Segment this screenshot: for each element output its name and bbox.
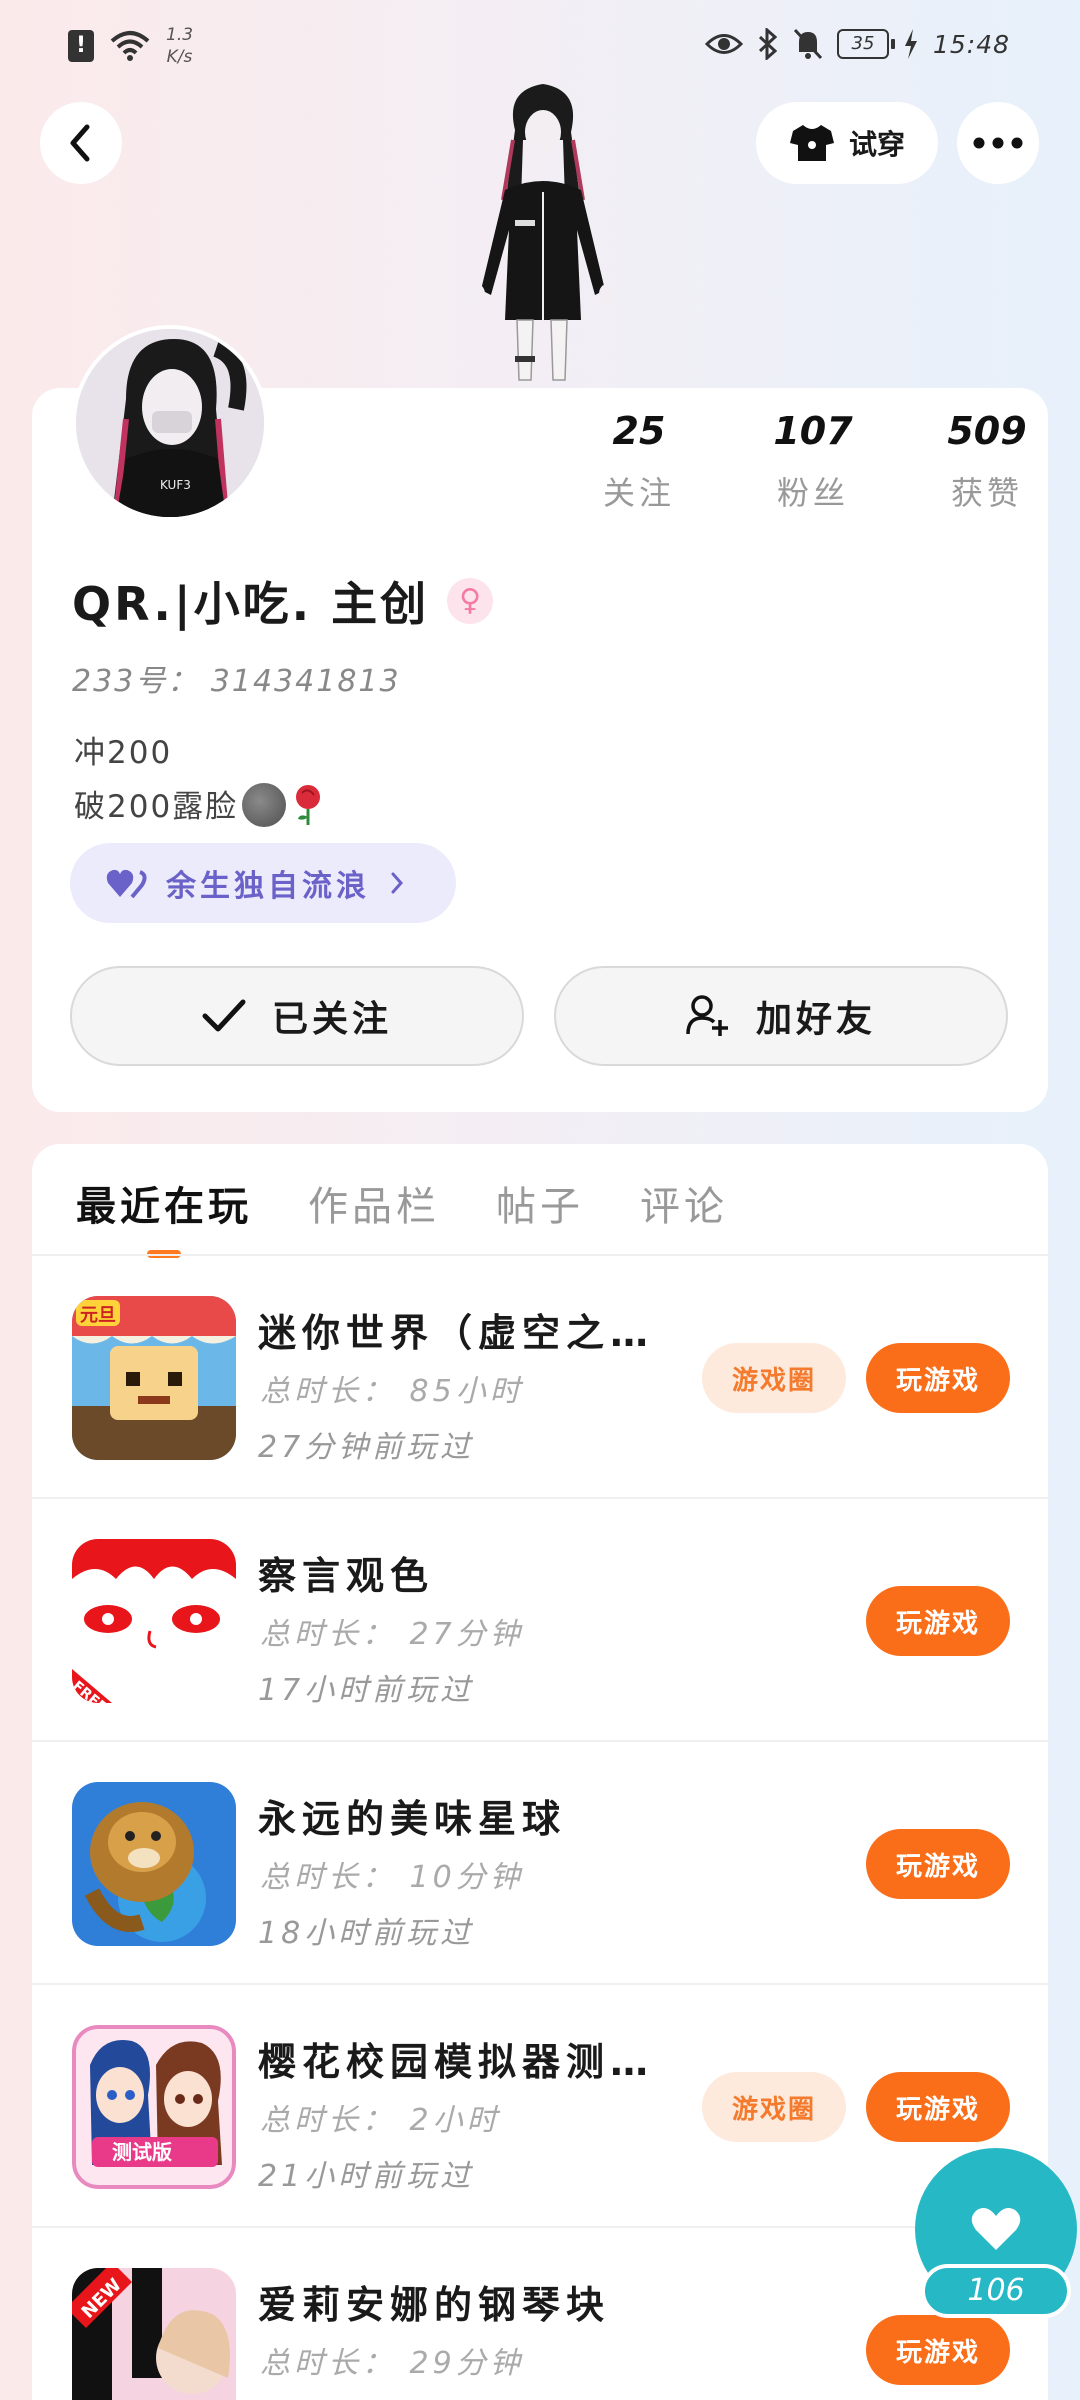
tab-works[interactable]: 作品栏 <box>308 1174 440 1258</box>
username: QR.|小吃. 主创 <box>72 577 430 631</box>
play-game-button[interactable]: 玩游戏 <box>866 2315 1010 2385</box>
game-list-item[interactable]: NEW 爱莉安娜的钢琴块 总时长： 29分钟 玩游戏 <box>32 2228 1048 2400</box>
play-game-button[interactable]: 玩游戏 <box>866 1829 1010 1899</box>
bio-line: 冲200 <box>74 735 173 771</box>
stat-value: 25 <box>612 409 666 453</box>
stat-label: 粉丝 <box>776 474 849 512</box>
chevron-right-icon <box>391 872 404 894</box>
user-id: 233号： 314341813 <box>72 664 401 699</box>
sakura-school-art: 测试版 <box>72 2025 236 2189</box>
stat-label: 关注 <box>602 474 675 512</box>
avatar[interactable]: KUF3 <box>72 325 268 521</box>
game-list-item[interactable]: 测试版 樱花校园模拟器测… 总时长： 2小时 21小时前玩过 游戏圈 玩游戏 <box>32 1985 1048 2228</box>
face-game-art: FREE <box>72 1539 236 1703</box>
group-tag-button[interactable]: 余生独自流浪 <box>70 843 456 923</box>
piano-tiles-art: NEW <box>72 2268 236 2400</box>
bio: 冲200 破200露脸 <box>74 726 326 834</box>
like-count: 106 <box>921 2264 1071 2318</box>
female-gender-icon: ♀ <box>447 578 494 624</box>
profile-stats: 25 关注 107 粉丝 509 获赞 <box>552 406 1074 514</box>
game-duration: 总时长： 27分钟 <box>260 1617 524 1652</box>
content-card: 最近在玩 作品栏 帖子 评论 元旦 迷你世界（虚空之… 总时长： 85小时 27… <box>32 1144 1048 2400</box>
tab-posts[interactable]: 帖子 <box>496 1174 584 1258</box>
eye-icon <box>704 34 743 54</box>
game-circle-button[interactable]: 游戏圈 <box>702 1343 846 1413</box>
game-last-played: 21小时前玩过 <box>258 2159 475 2194</box>
battery-indicator: 35 <box>836 29 895 59</box>
stat-value: 107 <box>773 409 853 453</box>
like-floating-button[interactable]: 106 <box>913 2148 1079 2318</box>
bluetooth-icon <box>758 28 778 60</box>
chevron-left-icon <box>70 124 90 162</box>
tasty-planet-art <box>72 1782 236 1946</box>
play-game-button[interactable]: 玩游戏 <box>866 2072 1010 2142</box>
add-friend-label: 加好友 <box>755 999 876 1040</box>
game-title: 爱莉安娜的钢琴块 <box>258 2283 611 2327</box>
avatar-character-figure <box>469 84 615 381</box>
game-title: 迷你世界（虚空之… <box>258 1311 655 1355</box>
clock: 15:48 <box>932 29 1010 59</box>
username-row: QR.|小吃. 主创 ♀ <box>72 568 494 634</box>
tab-comments[interactable]: 评论 <box>640 1174 728 1258</box>
try-on-label: 试穿 <box>848 128 905 161</box>
group-tag-label: 余生独自流浪 <box>166 869 370 904</box>
game-icon-tasty-planet <box>72 1782 236 1946</box>
mute-bell-icon <box>793 28 823 60</box>
double-heart-icon <box>106 869 147 899</box>
game-title: 永远的美味星球 <box>258 1797 567 1841</box>
play-game-button[interactable]: 玩游戏 <box>866 1586 1010 1656</box>
heart-icon <box>971 2208 1021 2250</box>
alert-icon: ! <box>68 30 94 62</box>
game-title: 察言观色 <box>258 1554 435 1598</box>
game-list-item[interactable]: 永远的美味星球 总时长： 10分钟 18小时前玩过 玩游戏 <box>32 1742 1048 1985</box>
more-button[interactable] <box>957 102 1039 184</box>
stat-following[interactable]: 25 关注 <box>552 406 726 514</box>
game-list-item[interactable]: FREE 察言观色 总时长： 27分钟 17小时前玩过 玩游戏 <box>32 1499 1048 1742</box>
followed-label: 已关注 <box>271 999 392 1040</box>
game-circle-button[interactable]: 游戏圈 <box>702 2072 846 2142</box>
tab-recently-played[interactable]: 最近在玩 <box>76 1174 252 1258</box>
status-bar: ! 1.3 K/s 35 15:48 <box>0 0 1080 90</box>
try-on-button[interactable]: 试穿 <box>756 102 938 184</box>
stat-likes[interactable]: 509 获赞 <box>900 406 1074 514</box>
game-duration: 总时长： 10分钟 <box>260 1860 524 1895</box>
stat-value: 509 <box>947 409 1027 453</box>
game-icon-piano-tiles: NEW <box>72 2268 236 2400</box>
game-icon-sakura-school: 测试版 <box>72 2025 236 2189</box>
net-speed: 1.3 K/s <box>166 25 194 67</box>
game-icon-face: FREE <box>72 1539 236 1703</box>
add-user-icon <box>686 995 728 1036</box>
game-last-played: 27分钟前玩过 <box>258 1430 475 1465</box>
game-title: 樱花校园模拟器测… <box>258 2040 655 2084</box>
game-duration: 总时长： 2小时 <box>260 2103 501 2138</box>
avatar-illustration: KUF3 <box>76 329 264 517</box>
tab-bar: 最近在玩 作品栏 帖子 评论 <box>76 1174 728 1258</box>
game-list-item[interactable]: 元旦 迷你世界（虚空之… 总时长： 85小时 27分钟前玩过 游戏圈 玩游戏 <box>32 1256 1048 1499</box>
moon-face-emoji-icon <box>242 783 287 827</box>
game-last-played: 18小时前玩过 <box>258 1916 475 1951</box>
checkmark-icon <box>202 999 246 1032</box>
add-friend-button[interactable]: 加好友 <box>554 966 1008 1066</box>
bio-line: 破200露脸 <box>74 780 326 834</box>
svg-text:测试版: 测试版 <box>112 2140 172 2164</box>
followed-button[interactable]: 已关注 <box>70 966 524 1066</box>
game-last-played: 17小时前玩过 <box>258 1673 475 1708</box>
play-game-button[interactable]: 玩游戏 <box>866 1343 1010 1413</box>
svg-text:KUF3: KUF3 <box>160 478 191 492</box>
game-duration: 总时长： 29分钟 <box>260 2346 524 2381</box>
stat-fans[interactable]: 107 粉丝 <box>726 406 900 514</box>
rose-emoji-icon <box>296 785 321 825</box>
avatar-image: KUF3 <box>76 329 264 517</box>
svg-text:元旦: 元旦 <box>80 1305 116 1326</box>
back-button[interactable] <box>40 102 122 184</box>
more-dots-icon <box>973 137 1023 149</box>
wifi-icon <box>110 31 150 61</box>
tshirt-icon <box>789 125 834 161</box>
game-icon-mini-world: 元旦 <box>72 1296 236 1460</box>
charging-icon <box>904 29 917 59</box>
game-duration: 总时长： 85小时 <box>260 1374 524 1409</box>
mini-world-art: 元旦 <box>72 1296 236 1460</box>
stat-label: 获赞 <box>950 474 1023 512</box>
